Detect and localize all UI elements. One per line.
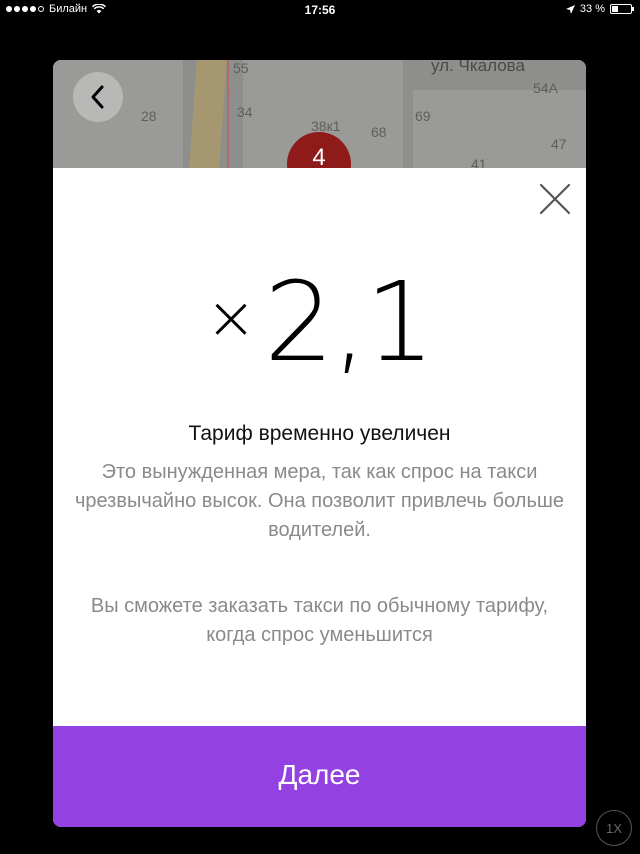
surge-title: Тариф временно увеличен bbox=[188, 422, 451, 445]
surge-note: Вы сможете заказать такси по обычному та… bbox=[90, 595, 549, 646]
map-house-number: 69 bbox=[415, 108, 431, 124]
map-back-button[interactable] bbox=[73, 72, 123, 122]
status-bar: Билайн 17:56 33 % bbox=[0, 0, 640, 20]
map-view[interactable]: ул. Чкалова 55 28 34 38к1 68 69 54А 47 4… bbox=[53, 60, 586, 168]
map-house-number: 68 bbox=[371, 124, 387, 140]
surge-pricing-modal: ул. Чкалова 55 28 34 38к1 68 69 54А 47 4… bbox=[53, 60, 586, 827]
map-block bbox=[413, 90, 586, 168]
map-house-number: 54А bbox=[533, 80, 558, 96]
battery-level bbox=[612, 6, 618, 12]
next-button[interactable]: Далее bbox=[53, 726, 586, 827]
map-street-label: ул. Чкалова bbox=[431, 60, 525, 75]
map-house-number: 34 bbox=[237, 104, 253, 120]
map-road bbox=[189, 60, 227, 168]
map-house-number: 41 bbox=[471, 156, 487, 168]
battery-percent: 33 % bbox=[579, 3, 605, 15]
location-arrow-icon bbox=[565, 4, 575, 14]
close-button[interactable] bbox=[538, 182, 572, 216]
multiplier-sign: × bbox=[205, 283, 256, 353]
map-house-number: 55 bbox=[233, 60, 249, 76]
battery-icon bbox=[610, 4, 634, 14]
close-icon bbox=[539, 183, 571, 215]
speed-badge[interactable]: 1X bbox=[596, 810, 632, 846]
multiplier-value: 2,1 bbox=[264, 258, 435, 386]
map-block bbox=[53, 60, 183, 168]
surge-multiplier: ×2,1 bbox=[53, 258, 586, 386]
status-right: 33 % bbox=[565, 3, 634, 15]
surge-info-sheet: ×2,1 Тариф временно увеличен Это вынужде… bbox=[53, 168, 586, 726]
map-house-number: 47 bbox=[551, 136, 567, 152]
map-road-line bbox=[227, 60, 229, 168]
map-house-number: 28 bbox=[141, 108, 157, 124]
chevron-left-icon bbox=[91, 85, 104, 109]
surge-description: Это вынужденная мера, так как спрос на т… bbox=[74, 461, 565, 541]
status-time: 17:56 bbox=[304, 3, 336, 17]
